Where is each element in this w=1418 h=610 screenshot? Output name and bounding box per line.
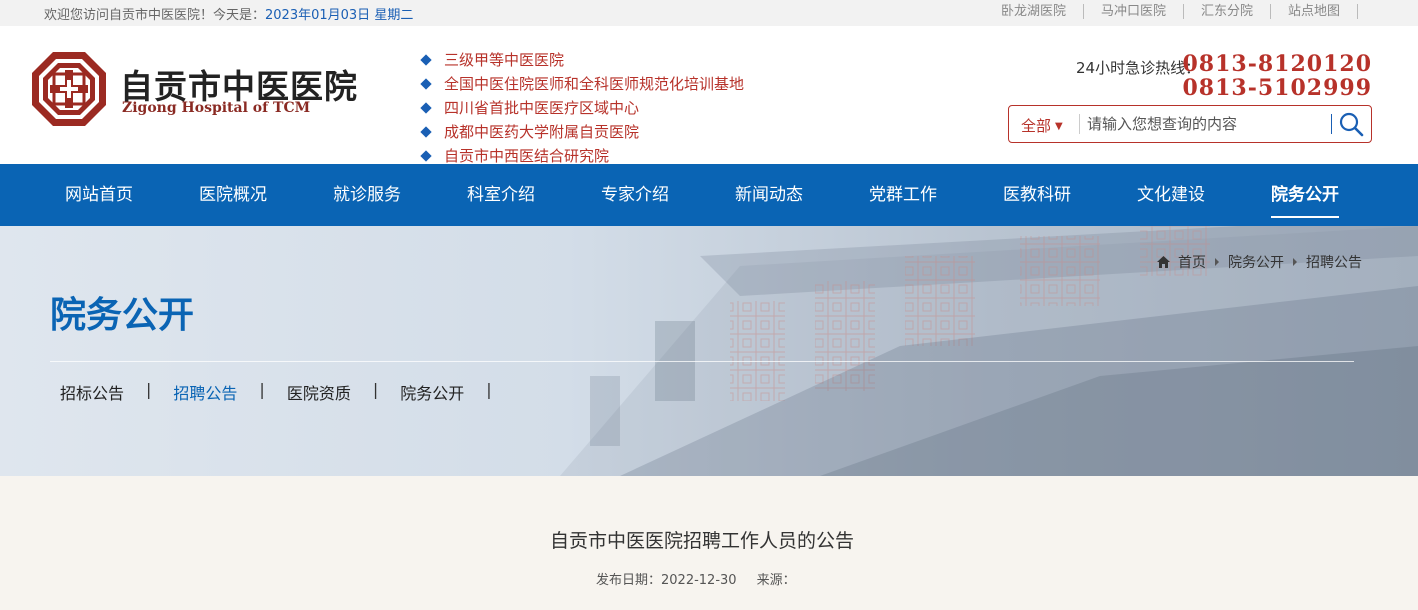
separator: | — [259, 380, 265, 399]
top-links: 卧龙湖医院 马冲口医院 汇东分院 站点地图 — [1001, 4, 1358, 19]
breadcrumb: 首页 院务公开 招聘公告 — [1157, 252, 1362, 272]
feature-item: 成都中医药大学附属自贡医院 — [420, 120, 744, 144]
hotline-number-1: 0813-8120120 — [1182, 51, 1372, 77]
nav-departments[interactable]: 科室介绍 — [467, 164, 535, 226]
breadcrumb-home[interactable]: 首页 — [1178, 252, 1206, 272]
hotline-label: 24小时急诊热线： — [1076, 59, 1201, 77]
hospital-features: 三级甲等中医医院 全国中医住院医师和全科医师规范化培训基地 四川省首批中医医疗区… — [420, 48, 744, 168]
publish-date: 发布日期：2022-12-30 — [596, 573, 737, 588]
separator: | — [146, 380, 152, 399]
nav-hospital-overview[interactable]: 医院概况 — [199, 164, 267, 226]
article-area: 自贡市中医医院招聘工作人员的公告 发布日期：2022-12-30 来源： — [0, 476, 1418, 610]
search-icon[interactable] — [1337, 111, 1365, 137]
site-header: 自贡市中医医院 Zigong Hospital of TCM 三级甲等中医医院 … — [0, 26, 1418, 165]
feature-item: 全国中医住院医师和全科医师规范化培训基地 — [420, 72, 744, 96]
separator: | — [486, 380, 492, 399]
home-icon — [1157, 256, 1170, 268]
subnav-tender-notice[interactable]: 招标公告 — [60, 380, 124, 404]
breadcrumb-arrow-icon — [1215, 258, 1219, 266]
search-scope-select[interactable]: 全部 ▼ — [1021, 115, 1063, 136]
nav-experts[interactable]: 专家介绍 — [601, 164, 669, 226]
nav-affairs-disclosure[interactable]: 院务公开 — [1271, 164, 1339, 226]
feature-item: 三级甲等中医医院 — [420, 48, 744, 72]
diamond-bullet-icon — [420, 78, 432, 90]
nav-news[interactable]: 新闻动态 — [735, 164, 803, 226]
article-meta: 发布日期：2022-12-30 来源： — [596, 569, 816, 588]
diamond-bullet-icon — [420, 150, 432, 162]
logo-english-name: Zigong Hospital of TCM — [122, 100, 311, 116]
nav-culture[interactable]: 文化建设 — [1137, 164, 1205, 226]
current-date: 2023年01月03日 星期二 — [265, 8, 414, 23]
divider — [1331, 114, 1332, 134]
breadcrumb-arrow-icon — [1293, 258, 1297, 266]
nav-home[interactable]: 网站首页 — [65, 164, 133, 226]
breadcrumb-affairs[interactable]: 院务公开 — [1228, 252, 1284, 272]
link-machongkou-hospital[interactable]: 马冲口医院 — [1084, 4, 1184, 19]
diamond-bullet-icon — [420, 54, 432, 66]
page-banner: 院务公开 首页 院务公开 招聘公告 招标公告 | 招聘公告 | 医院资质 | 院… — [0, 226, 1418, 476]
divider — [50, 361, 1354, 362]
search-box: 全部 ▼ — [1008, 105, 1372, 143]
link-sitemap[interactable]: 站点地图 — [1271, 4, 1358, 19]
welcome-text: 欢迎您访问自贡市中医医院！今天是：2023年01月03日 星期二 — [44, 4, 413, 23]
article-source: 来源： — [756, 573, 796, 588]
welcome-label: 欢迎您访问自贡市中医医院！今天是： — [44, 8, 266, 23]
separator: | — [372, 380, 379, 399]
subnav-hospital-qualifications[interactable]: 医院资质 — [287, 380, 351, 404]
link-huidong-branch[interactable]: 汇东分院 — [1184, 4, 1271, 19]
main-nav: 网站首页 医院概况 就诊服务 科室介绍 专家介绍 新闻动态 党群工作 医教科研 … — [0, 164, 1418, 226]
nav-education-research[interactable]: 医教科研 — [1003, 164, 1071, 226]
diamond-bullet-icon — [420, 102, 432, 114]
hospital-logo-icon[interactable] — [30, 50, 108, 128]
diamond-bullet-icon — [420, 126, 432, 138]
subnav-recruitment-notice[interactable]: 招聘公告 — [173, 380, 237, 404]
sub-nav: 招标公告 | 招聘公告 | 医院资质 | 院务公开 | — [60, 380, 514, 404]
search-input[interactable] — [1087, 112, 1327, 136]
top-bar: 欢迎您访问自贡市中医医院！今天是：2023年01月03日 星期二 卧龙湖医院 马… — [0, 0, 1418, 26]
divider — [1079, 114, 1080, 134]
hotline-number-2: 0813-5102999 — [1182, 75, 1372, 101]
article-title: 自贡市中医医院招聘工作人员的公告 — [549, 530, 854, 552]
caret-down-icon: ▼ — [1055, 121, 1063, 132]
link-wolonghu-hospital[interactable]: 卧龙湖医院 — [1001, 4, 1084, 19]
breadcrumb-current[interactable]: 招聘公告 — [1306, 252, 1362, 272]
nav-medical-services[interactable]: 就诊服务 — [333, 164, 401, 226]
nav-party-work[interactable]: 党群工作 — [869, 164, 937, 226]
subnav-affairs-disclosure[interactable]: 院务公开 — [400, 380, 464, 404]
section-title: 院务公开 — [50, 295, 195, 336]
feature-item: 四川省首批中医医疗区域中心 — [420, 96, 744, 120]
